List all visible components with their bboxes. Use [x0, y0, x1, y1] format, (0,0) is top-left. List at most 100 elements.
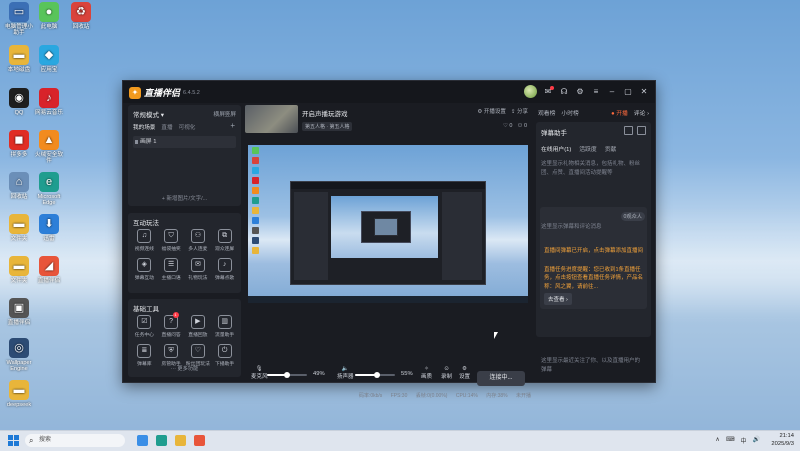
live-info-header: 开启声播玩游戏 第五人格 · 第五人格 ⚙ 开播设置 ⇪ 分享 ♡ 0 ⚇ 0	[245, 105, 531, 135]
desktop-icon-music[interactable]: ♪ 网易云音乐	[34, 88, 64, 116]
desktop-icon-disk[interactable]: ▬ 文件夹	[4, 214, 34, 242]
desktop-icon-folder[interactable]: ▬ 本地磁盘	[4, 45, 34, 73]
tab-online-users[interactable]: 在线用户(1)	[541, 144, 571, 153]
keyboard-icon[interactable]: ⌨	[726, 436, 735, 445]
right-sidebar: 观看榜 小时榜 ● 开播 评论 › 弹幕助手 在线用户(1) 活跃度 贡献 这里…	[536, 105, 651, 375]
desktop-icon-appstore[interactable]: ◆ 应用宝	[34, 45, 64, 73]
taskbar-search[interactable]: 搜索	[25, 434, 125, 447]
comments-link[interactable]: 评论 ›	[634, 108, 649, 117]
chart-icon: ▥	[217, 315, 232, 329]
more-tools-button[interactable]: ··· 更多功能	[128, 365, 241, 372]
tool-live-qa[interactable]: ? 1 直播问答	[158, 312, 185, 338]
copy-icon[interactable]	[624, 126, 633, 135]
mic-volume-knob[interactable]	[283, 372, 290, 378]
recycle-bin-icon: ⌂	[9, 172, 29, 192]
input-method-indicator[interactable]: 中	[741, 436, 747, 445]
desktop-icon-game[interactable]: ▣ 直播伴侣	[4, 298, 34, 326]
bitrate-status: 码率:0kb/s	[358, 393, 383, 399]
notification-badge: 1	[172, 312, 179, 318]
start-button[interactable]	[8, 435, 19, 446]
tool-task-center[interactable]: ☑ 任务中心	[131, 315, 158, 338]
tool-fan-club[interactable]: ♡ 粉丝团玩法	[185, 344, 212, 367]
volume-icon[interactable]: 🔊	[753, 436, 760, 445]
avatar[interactable]	[524, 85, 537, 98]
desktop-icon-recycle-2[interactable]: ⌂ 回收站	[4, 172, 34, 200]
tab-visual[interactable]: 可视化	[179, 123, 196, 131]
desktop-icon-live[interactable]: ◢ 直播伴侣	[34, 256, 64, 284]
tool-song-request[interactable]: ♪ 弹幕点歌	[211, 258, 238, 281]
edge-icon[interactable]	[156, 435, 167, 446]
live-app-icon[interactable]	[194, 435, 205, 446]
tab-watch-rank[interactable]: 观看榜	[538, 108, 555, 117]
scene-item[interactable]: 画屏 1	[133, 136, 236, 148]
desktop-icon-deepseek[interactable]: ▬ deepseek	[4, 380, 34, 408]
quality-button[interactable]: ✧ 画质	[421, 366, 432, 380]
tool-lucky-bag[interactable]: ⛉ 福袋抽奖	[158, 229, 185, 252]
tab-my-scenes[interactable]: 我的场景	[133, 123, 155, 131]
desktop-icon-xunlei[interactable]: ⬇ 迅雷	[34, 214, 64, 242]
tool-replay[interactable]: ▶ 直播回放	[185, 315, 212, 338]
likes-count: ♡ 0	[502, 123, 513, 129]
speaker-volume-knob[interactable]	[374, 372, 380, 378]
mic-volume-percent: 49%	[313, 371, 325, 377]
settings-button[interactable]: ⚙ 设置	[459, 366, 470, 380]
maximize-icon[interactable]: ▢	[623, 87, 633, 97]
tab-activity[interactable]: 活跃度	[579, 144, 596, 153]
tool-multi-mic[interactable]: ⚇ 多人连麦	[185, 229, 212, 252]
tool-danmu-game[interactable]: ◈ 弹幕互动	[131, 258, 158, 281]
tool-danmu-library[interactable]: ≣ 弹幕库	[131, 344, 158, 367]
live-settings-button[interactable]: ⚙ 开播设置	[477, 107, 505, 115]
tool-gift-play[interactable]: ✉ 礼物玩法	[185, 258, 212, 281]
speaker-volume-percent: 55%	[401, 371, 413, 377]
live-cover-thumbnail[interactable]	[245, 105, 298, 133]
view-task-button[interactable]: 去查看 ›	[544, 293, 572, 305]
settings-icon[interactable]: ⚙	[575, 87, 585, 97]
portrait-toggle[interactable]: 竖屏	[224, 109, 236, 118]
desktop-icon-shop[interactable]: ◼ 拼多多	[4, 130, 34, 158]
desktop-icon-security[interactable]: ▲ 火绒安全软件	[34, 130, 64, 164]
tab-contribution[interactable]: 贡献	[605, 144, 617, 153]
add-source-button[interactable]: + 新增图片/文字/...	[128, 194, 241, 202]
add-scene-icon[interactable]: +	[230, 121, 235, 130]
landscape-toggle[interactable]: 横屏	[213, 109, 225, 118]
tool-traffic[interactable]: ▥ 流量助手	[211, 315, 238, 338]
minimize-icon[interactable]: –	[607, 87, 617, 97]
speaker-volume-slider[interactable]	[355, 372, 395, 378]
live-category-tag[interactable]: 第五人格 · 第五人格	[302, 122, 353, 131]
share-button[interactable]: ⇪ 分享	[511, 107, 528, 115]
folder-icon[interactable]	[175, 435, 186, 446]
download-icon: ⬇	[39, 214, 59, 234]
desktop-icon-qq[interactable]: ◉ QQ	[4, 88, 34, 116]
live-title[interactable]: 开启声播玩游戏	[302, 108, 348, 118]
tab-live[interactable]: 直播	[161, 123, 172, 131]
headset-icon[interactable]: ☊	[559, 87, 569, 97]
desktop-icon-wallpaper[interactable]: ◎ Wallpaper Engine	[4, 338, 34, 372]
speaker-control[interactable]: 🔈 扬声器	[337, 366, 354, 380]
task-view-icon[interactable]	[137, 435, 148, 446]
desktop-icon-recycle[interactable]: ♻ 回收站	[66, 2, 96, 30]
clock[interactable]: 21:14 2025/9/3	[771, 433, 794, 449]
tool-end-live[interactable]: ⏻ 下播助手	[211, 344, 238, 367]
close-icon[interactable]: ✕	[639, 87, 649, 97]
mail-icon[interactable]: ✉	[543, 85, 554, 97]
mic-control[interactable]: 🎙 麦克风	[251, 366, 268, 380]
tool-video-connect[interactable]: ♫ 视频连线	[131, 229, 158, 252]
clock-time: 21:14	[779, 433, 794, 439]
mic-icon: ♫	[137, 229, 152, 243]
expand-icon[interactable]	[637, 126, 646, 135]
tab-hour-rank[interactable]: 小时榜	[561, 108, 578, 117]
record-button[interactable]: ⊙ 录制	[441, 366, 452, 380]
menu-icon[interactable]: ≡	[591, 87, 601, 97]
tool-room-manager[interactable]: ⛨ 房管助手	[158, 344, 185, 367]
tool-host-talk[interactable]: ☰ 主播口语	[158, 258, 185, 281]
tool-audience-link[interactable]: ⧉ 观众连屏	[211, 229, 238, 252]
start-live-button[interactable]: 连接中...	[477, 371, 525, 386]
desktop-icon-manager[interactable]: ▭ 电脑管理小助手	[4, 2, 34, 36]
desktop-icon-this-pc[interactable]: ● 此电脑	[34, 2, 64, 30]
tray-expand-icon[interactable]: ∧	[715, 436, 719, 445]
stream-preview[interactable]	[245, 145, 531, 341]
mic-volume-slider[interactable]	[267, 372, 307, 378]
desktop-icon-folder-2[interactable]: ▬ 文件夹	[4, 256, 34, 284]
desktop-icon-edge[interactable]: e Microsoft Edge	[34, 172, 64, 206]
scene-mode-dropdown[interactable]: 常规模式 ▾	[133, 109, 164, 119]
